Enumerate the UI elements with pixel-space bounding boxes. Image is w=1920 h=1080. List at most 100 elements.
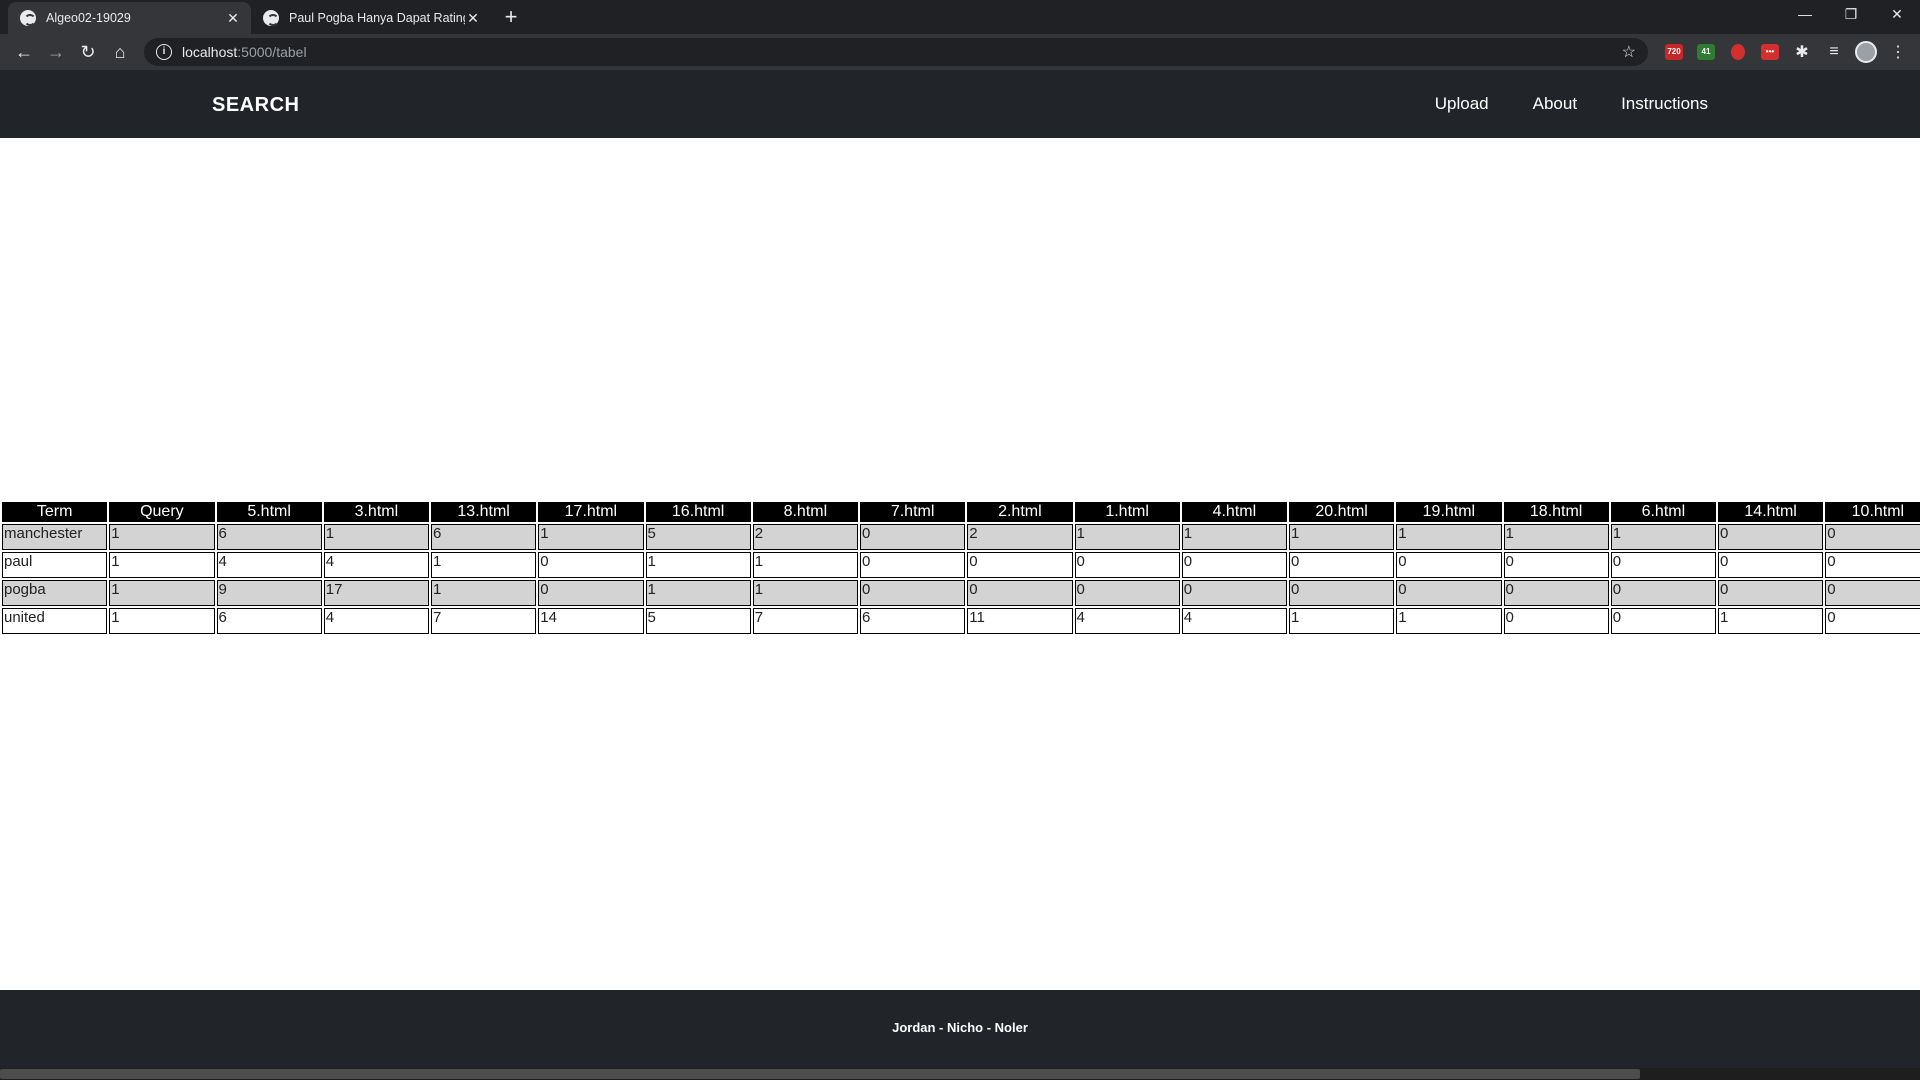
count-cell: 1 (109, 608, 215, 634)
count-cell: 0 (1503, 552, 1609, 578)
count-cell: 6 (860, 608, 966, 634)
extension-calendar-icon[interactable]: 41 (1692, 38, 1720, 66)
table-header-cell: 18.html (1503, 502, 1609, 522)
count-cell: 1 (1610, 524, 1716, 550)
page-content: Term Query 5.html 3.html 13.html 17.html 16.ht… (0, 138, 1920, 990)
count-cell: 0 (1825, 524, 1920, 550)
url-path: :5000/tabel (237, 44, 307, 60)
scrollbar-thumb[interactable] (0, 1069, 1640, 1079)
table-header-cell: 1.html (1074, 502, 1180, 522)
count-cell: 1 (1074, 524, 1180, 550)
count-cell: 1 (1396, 608, 1502, 634)
term-table-wrapper: Term Query 5.html 3.html 13.html 17.html 16.ht… (0, 500, 1920, 636)
count-cell: 0 (860, 552, 966, 578)
extension-badge: 720 (1665, 44, 1683, 60)
count-cell: 1 (1289, 524, 1395, 550)
count-cell: 0 (967, 552, 1073, 578)
restore-icon[interactable]: ❐ (1828, 0, 1874, 30)
table-header-row: Term Query 5.html 3.html 13.html 17.html 16.ht… (2, 502, 1920, 522)
count-cell: 1 (431, 580, 537, 606)
table-header-cell: 2.html (967, 502, 1073, 522)
close-window-icon[interactable]: ✕ (1874, 0, 1920, 30)
count-cell: 14 (538, 608, 644, 634)
count-cell: 1 (752, 580, 858, 606)
table-row: paul144101100000000000 (2, 552, 1920, 578)
close-tab-icon[interactable]: ✕ (225, 10, 241, 27)
count-cell: 0 (1289, 580, 1395, 606)
site-info-icon[interactable]: i (156, 44, 172, 60)
count-cell: 6 (216, 524, 322, 550)
count-cell: 1 (109, 580, 215, 606)
footer-credits: Jordan - Nicho - Noler (892, 1020, 1028, 1035)
table-row: united16471457611441100100 (2, 608, 1920, 634)
table-header-cell: 14.html (1718, 502, 1824, 522)
site-footer: Jordan - Nicho - Noler (0, 990, 1920, 1068)
globe-icon (20, 10, 36, 26)
count-cell: 0 (1396, 552, 1502, 578)
site-navbar: SEARCH Upload About Instructions (0, 70, 1920, 138)
nav-link-upload[interactable]: Upload (1435, 94, 1489, 114)
count-cell: 6 (216, 608, 322, 634)
nav-links: Upload About Instructions (1435, 94, 1708, 114)
back-arrow-icon[interactable]: ← (8, 36, 40, 68)
table-header-cell: 13.html (431, 502, 537, 522)
count-cell: 1 (109, 524, 215, 550)
count-cell: 4 (1074, 608, 1180, 634)
count-cell: 5 (645, 608, 751, 634)
count-cell: 4 (323, 552, 429, 578)
extension-badge: 41 (1697, 44, 1715, 60)
home-icon[interactable]: ⌂ (104, 36, 136, 68)
count-cell: 4 (1181, 608, 1287, 634)
count-cell: 0 (1074, 552, 1180, 578)
count-cell: 0 (860, 580, 966, 606)
minimize-icon[interactable]: — (1782, 0, 1828, 30)
count-cell: 0 (1503, 608, 1609, 634)
bookmark-star-icon[interactable]: ☆ (1622, 42, 1636, 62)
extension-badge: ••• (1761, 44, 1779, 60)
reload-icon[interactable]: ↻ (72, 36, 104, 68)
new-tab-button[interactable]: + (497, 4, 525, 32)
count-cell: 4 (323, 608, 429, 634)
count-cell: 6 (431, 524, 537, 550)
count-cell: 0 (1074, 580, 1180, 606)
count-cell: 1 (109, 552, 215, 578)
table-row: manchester161615202111111000 (2, 524, 1920, 550)
forward-arrow-icon[interactable]: → (40, 36, 72, 68)
count-cell: 1 (1396, 524, 1502, 550)
table-row: pogba1917101100000000000 (2, 580, 1920, 606)
count-cell: 1 (645, 580, 751, 606)
count-cell: 1 (1289, 608, 1395, 634)
browser-tab-active[interactable]: Algeo02-19029 ✕ (8, 2, 251, 34)
count-cell: 2 (967, 524, 1073, 550)
nav-link-instructions[interactable]: Instructions (1621, 94, 1708, 114)
term-cell: manchester (2, 524, 108, 550)
reading-list-icon[interactable]: ≡ (1820, 38, 1848, 66)
extensions-puzzle-icon[interactable]: ✱ (1788, 38, 1816, 66)
count-cell: 0 (1289, 552, 1395, 578)
browser-tab-bar: Algeo02-19029 ✕ Paul Pogba Hanya Dapat R… (0, 0, 1920, 34)
table-header-cell: 20.html (1289, 502, 1395, 522)
count-cell: 5 (645, 524, 751, 550)
horizontal-scrollbar[interactable] (0, 1068, 1920, 1080)
count-cell: 0 (538, 552, 644, 578)
nav-link-about[interactable]: About (1533, 94, 1577, 114)
close-tab-icon[interactable]: ✕ (465, 10, 481, 27)
table-header-cell: 16.html (645, 502, 751, 522)
window-controls: — ❐ ✕ (1782, 0, 1920, 30)
count-cell: 0 (1610, 608, 1716, 634)
count-cell: 9 (216, 580, 322, 606)
extension-720-icon[interactable]: 720 (1660, 38, 1688, 66)
count-cell: 1 (752, 552, 858, 578)
count-cell: 0 (1181, 580, 1287, 606)
address-bar[interactable]: i localhost:5000/tabel ☆ (144, 38, 1648, 66)
table-header-cell: 8.html (752, 502, 858, 522)
table-header-cell: 4.html (1181, 502, 1287, 522)
extension-lastpass-icon[interactable]: ••• (1756, 38, 1784, 66)
brand-logo[interactable]: SEARCH (212, 94, 299, 117)
browser-toolbar: ← → ↻ ⌂ i localhost:5000/tabel ☆ 720 41 … (0, 34, 1920, 70)
browser-tab-inactive[interactable]: Paul Pogba Hanya Dapat Rating ✕ (251, 2, 491, 34)
browser-menu-icon[interactable]: ⋮ (1884, 38, 1912, 66)
extension-stop-icon[interactable] (1724, 38, 1752, 66)
profile-avatar[interactable] (1852, 38, 1880, 66)
count-cell: 7 (752, 608, 858, 634)
